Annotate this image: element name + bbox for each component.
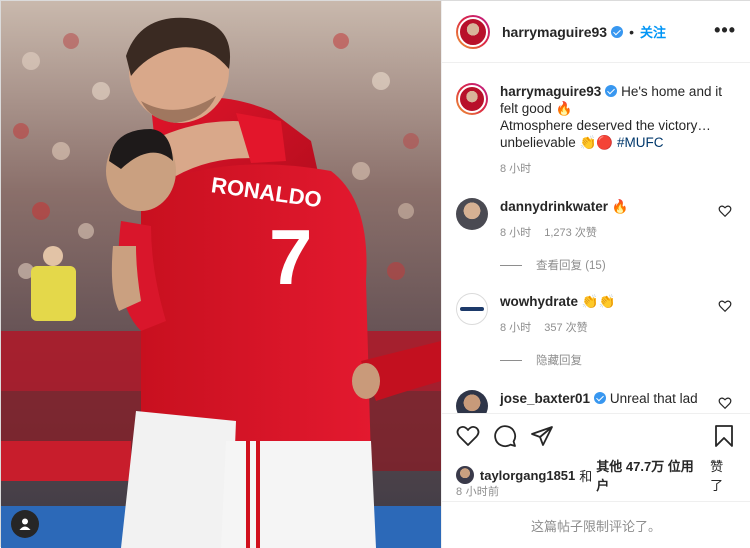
likes-suffix: 赞了: [710, 459, 724, 493]
comments-limited-notice: 这篇帖子限制评论了。: [442, 501, 750, 548]
comment-text: Unreal that lad: [609, 391, 698, 406]
reply-line-divider: [500, 264, 522, 266]
clap-emoji-icon: 👏: [579, 135, 597, 150]
commenter-avatar[interactable]: [456, 390, 488, 413]
liker-avatar[interactable]: [456, 466, 474, 484]
comment-text: 👏👏: [581, 294, 616, 309]
comments-list[interactable]: harrymaguire93 He's home and it felt goo…: [442, 63, 750, 413]
more-options-button[interactable]: •••: [714, 21, 736, 39]
instagram-post-window: 7 RONALDO harrymaguire93 • 关注 ••• harrym…: [0, 0, 750, 548]
comment-text: 🔥: [611, 199, 629, 214]
post-photo[interactable]: 7 RONALDO: [1, 1, 441, 548]
fire-emoji-icon: 🔥: [555, 101, 573, 116]
like-comment-heart-icon[interactable]: [718, 204, 732, 218]
commenter-avatar[interactable]: [456, 293, 488, 325]
person-icon: [19, 518, 31, 530]
verified-badge-icon: [611, 25, 624, 38]
liker-username[interactable]: taylorgang1851: [480, 468, 575, 483]
post-caption: harrymaguire93 He's home and it felt goo…: [456, 83, 736, 178]
header-separator: •: [629, 23, 634, 40]
commenter-username[interactable]: jose_baxter01: [500, 391, 590, 406]
comment-icon[interactable]: [493, 424, 517, 448]
follow-button[interactable]: 关注: [640, 22, 666, 41]
caption-avatar[interactable]: [456, 83, 488, 115]
author-avatar[interactable]: [456, 14, 490, 49]
verified-badge-icon: [605, 85, 618, 97]
share-paper-plane-icon[interactable]: [530, 424, 554, 448]
shirt-number: 7: [269, 213, 312, 301]
reply-line-divider: [500, 359, 522, 361]
commenter-username[interactable]: dannydrinkwater: [500, 199, 608, 214]
comment-item: dannydrinkwater 🔥 8 小时 1,273 次赞: [456, 198, 736, 242]
post-photo-illustration: 7 RONALDO: [1, 1, 441, 548]
tagged-users-button[interactable]: [11, 510, 39, 538]
comment-likes[interactable]: 1,273 次赞: [544, 227, 597, 239]
comment-likes[interactable]: 357 次赞: [544, 322, 587, 334]
post-header: harrymaguire93 • 关注 •••: [442, 1, 750, 63]
commenter-avatar[interactable]: [456, 198, 488, 230]
commenter-username[interactable]: wowhydrate: [500, 294, 578, 309]
likes-and: 和: [579, 468, 593, 484]
likes-others-button[interactable]: 其他 47.7万 位用户: [596, 456, 706, 494]
hashtag-link[interactable]: #MUFC: [617, 135, 664, 150]
caption-time[interactable]: 8 小时: [500, 161, 722, 178]
comment-item: jose_baxter01 Unreal that lad: [456, 390, 736, 413]
post-action-bar: [442, 413, 750, 457]
caption-username[interactable]: harrymaguire93: [500, 84, 601, 99]
like-comment-heart-icon[interactable]: [718, 396, 732, 410]
reply-toggle-label: 查看回复 (15): [536, 260, 606, 272]
author-username[interactable]: harrymaguire93: [502, 24, 607, 40]
post-side-panel: harrymaguire93 • 关注 ••• harrymaguire93 H…: [441, 1, 750, 548]
hide-replies-toggle[interactable]: 隐藏回复: [500, 352, 736, 368]
comment-time[interactable]: 8 小时: [500, 227, 531, 239]
like-comment-heart-icon[interactable]: [718, 299, 732, 313]
verified-badge-icon: [594, 392, 607, 404]
red-circle-emoji-icon: 🔴: [596, 135, 614, 150]
like-heart-icon[interactable]: [456, 424, 480, 448]
reply-toggle-label: 隐藏回复: [536, 355, 582, 367]
view-replies-toggle[interactable]: 查看回复 (15): [500, 257, 736, 273]
post-timestamp[interactable]: 8 小时前: [456, 483, 499, 499]
comment-item: wowhydrate 👏👏 8 小时 357 次赞: [456, 293, 736, 337]
comment-time[interactable]: 8 小时: [500, 322, 531, 334]
save-bookmark-icon[interactable]: [712, 424, 736, 448]
